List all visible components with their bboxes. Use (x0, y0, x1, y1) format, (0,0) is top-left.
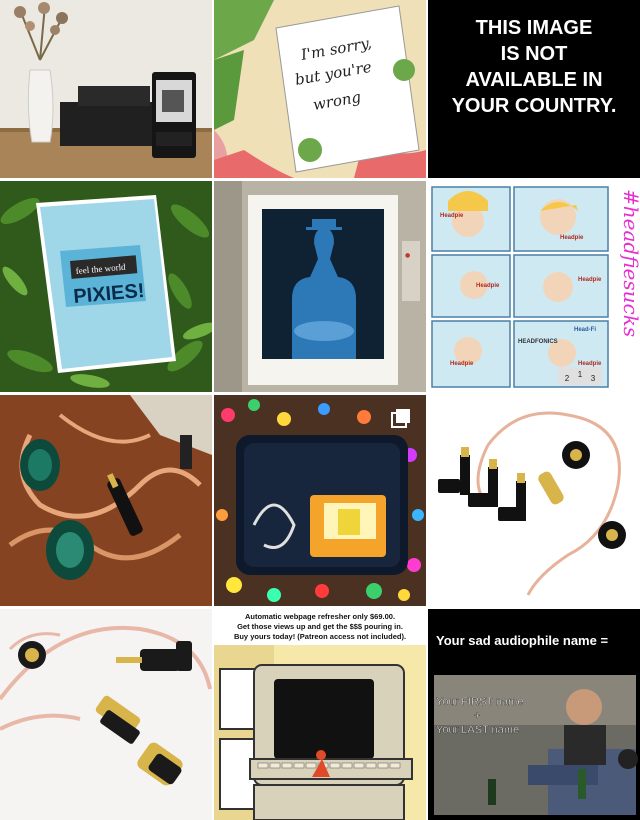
headpie-label-4: Headpie (578, 277, 602, 283)
post-thumbnail-sad-audiophile[interactable]: Your sad audiophile name = Your FIRST na… (428, 609, 640, 820)
podium-2: 2 (565, 374, 570, 383)
headpie-label-5: Headpie (450, 361, 474, 367)
unavailable-line-3: AVAILABLE IN (465, 69, 602, 91)
multiple-photos-icon (391, 409, 410, 428)
podium-1: 1 (578, 370, 583, 379)
post-thumbnail-pixies-book[interactable]: feel the world PIXIES! (0, 181, 212, 392)
refresher-caption-3: Buy yours today! (Patreon access not inc… (234, 632, 406, 641)
refresher-caption-1: Automatic webpage refresher only $69.00. (245, 612, 395, 621)
post-thumbnail-earphones-adapters[interactable] (428, 395, 640, 606)
headpie-label-6: Headpie (578, 361, 602, 367)
hashtag-text: #headfiesucks (619, 189, 640, 337)
first-name-text: Your FIRST name (436, 696, 523, 708)
post-thumbnail-sorry-meme[interactable]: I'm sorry, but you're wrong (214, 0, 426, 178)
refresher-caption-2: Get those views up and get the $$$ pouri… (237, 622, 403, 631)
headpie-label-3: Headpie (476, 283, 500, 289)
headfonics-label: HEADFONICS (518, 339, 558, 345)
post-thumbnail-painting-poster[interactable]: ● (214, 181, 426, 392)
post-thumbnail-amp[interactable] (0, 0, 212, 178)
plus-text: + (474, 710, 480, 722)
unavailable-line-1: THIS IMAGE (476, 17, 593, 39)
svg-text:●: ● (405, 252, 410, 259)
last-name-text: Your LAST name (436, 724, 519, 736)
unavailable-line-4: YOUR COUNTRY. (452, 95, 617, 117)
headfi-label: Head-Fi (574, 327, 596, 333)
unavailable-line-2: IS NOT (501, 43, 568, 65)
podium-3: 3 (591, 374, 596, 383)
headpie-label-1: Headpie (440, 213, 464, 219)
post-thumbnail-iem-cable[interactable] (0, 395, 212, 606)
post-thumbnail-headfi-comic[interactable]: Headpie Headpie Headpie Headpie Headpie … (428, 181, 640, 392)
post-thumbnail-cable-closeup[interactable] (0, 609, 212, 820)
post-thumbnail-not-available[interactable]: THIS IMAGE IS NOT AVAILABLE IN YOUR COUN… (428, 0, 640, 178)
photo-grid: I'm sorry, but you're wrong THIS IMAGE I… (0, 0, 640, 820)
headpie-label-2: Headpie (560, 235, 584, 241)
post-thumbnail-refresher-meme[interactable]: Automatic webpage refresher only $69.00.… (214, 609, 426, 820)
sad-name-title: Your sad audiophile name = (436, 633, 608, 648)
post-thumbnail-carry-case[interactable] (214, 395, 426, 606)
